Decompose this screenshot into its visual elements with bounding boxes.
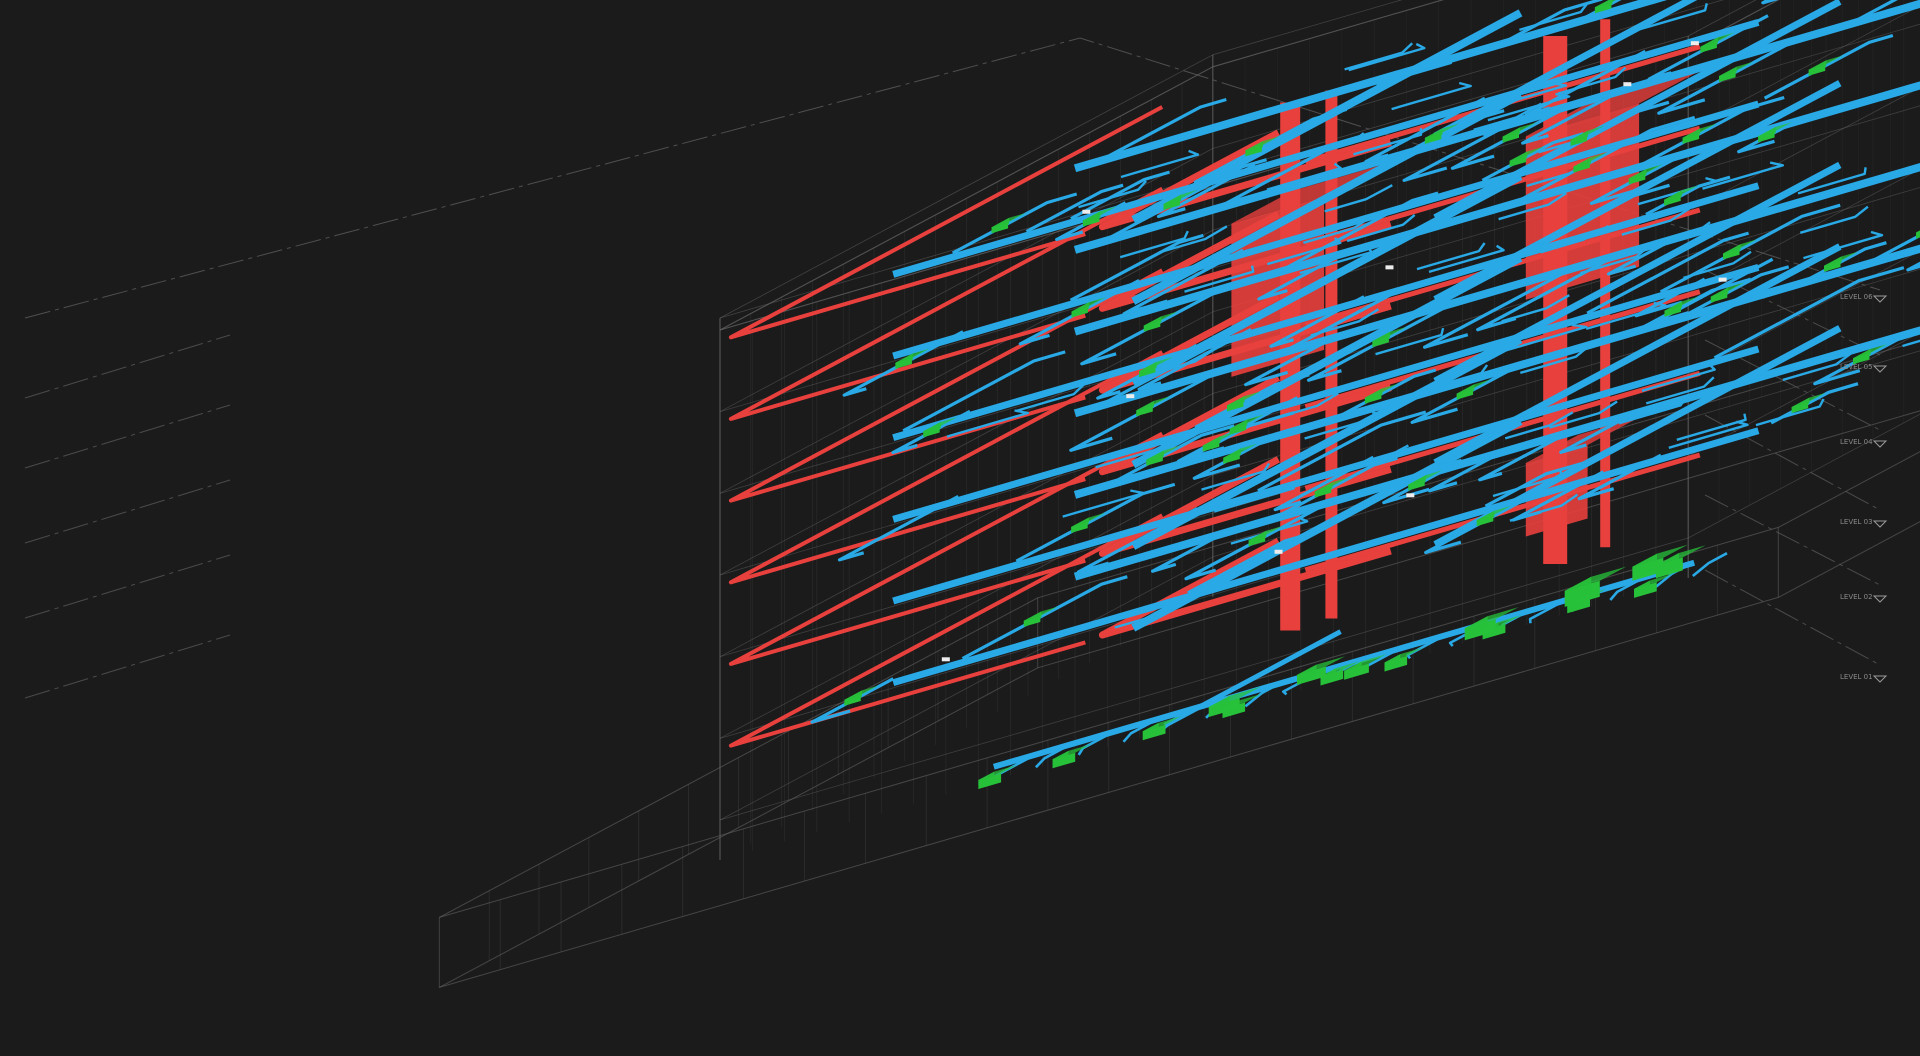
duct-fitting — [1274, 549, 1283, 554]
level-tag: LEVEL 01 — [1840, 673, 1873, 681]
level-tag: LEVEL 05 — [1840, 363, 1873, 371]
duct-fitting — [1406, 493, 1415, 498]
duct-fitting — [1623, 82, 1632, 87]
duct-fitting — [1690, 41, 1699, 46]
duct-fitting — [1718, 277, 1727, 282]
duct-fitting — [941, 657, 950, 662]
level-tag: LEVEL 03 — [1840, 518, 1873, 526]
level-tag: LEVEL 04 — [1840, 438, 1873, 446]
level-tag: LEVEL 06 — [1840, 293, 1873, 301]
model-viewport[interactable]: LEVEL 06 LEVEL 05 LEVEL 04 LEVEL 03 LEVEL 02… — [0, 0, 1920, 1056]
duct-fitting — [1082, 209, 1091, 214]
mep-3d-model[interactable]: LEVEL 06 LEVEL 05 LEVEL 04 LEVEL 03 LEVEL 02… — [0, 0, 1920, 1056]
duct-fitting — [1126, 394, 1135, 399]
duct-fitting — [1385, 265, 1394, 270]
level-tag: LEVEL 02 — [1840, 593, 1873, 601]
